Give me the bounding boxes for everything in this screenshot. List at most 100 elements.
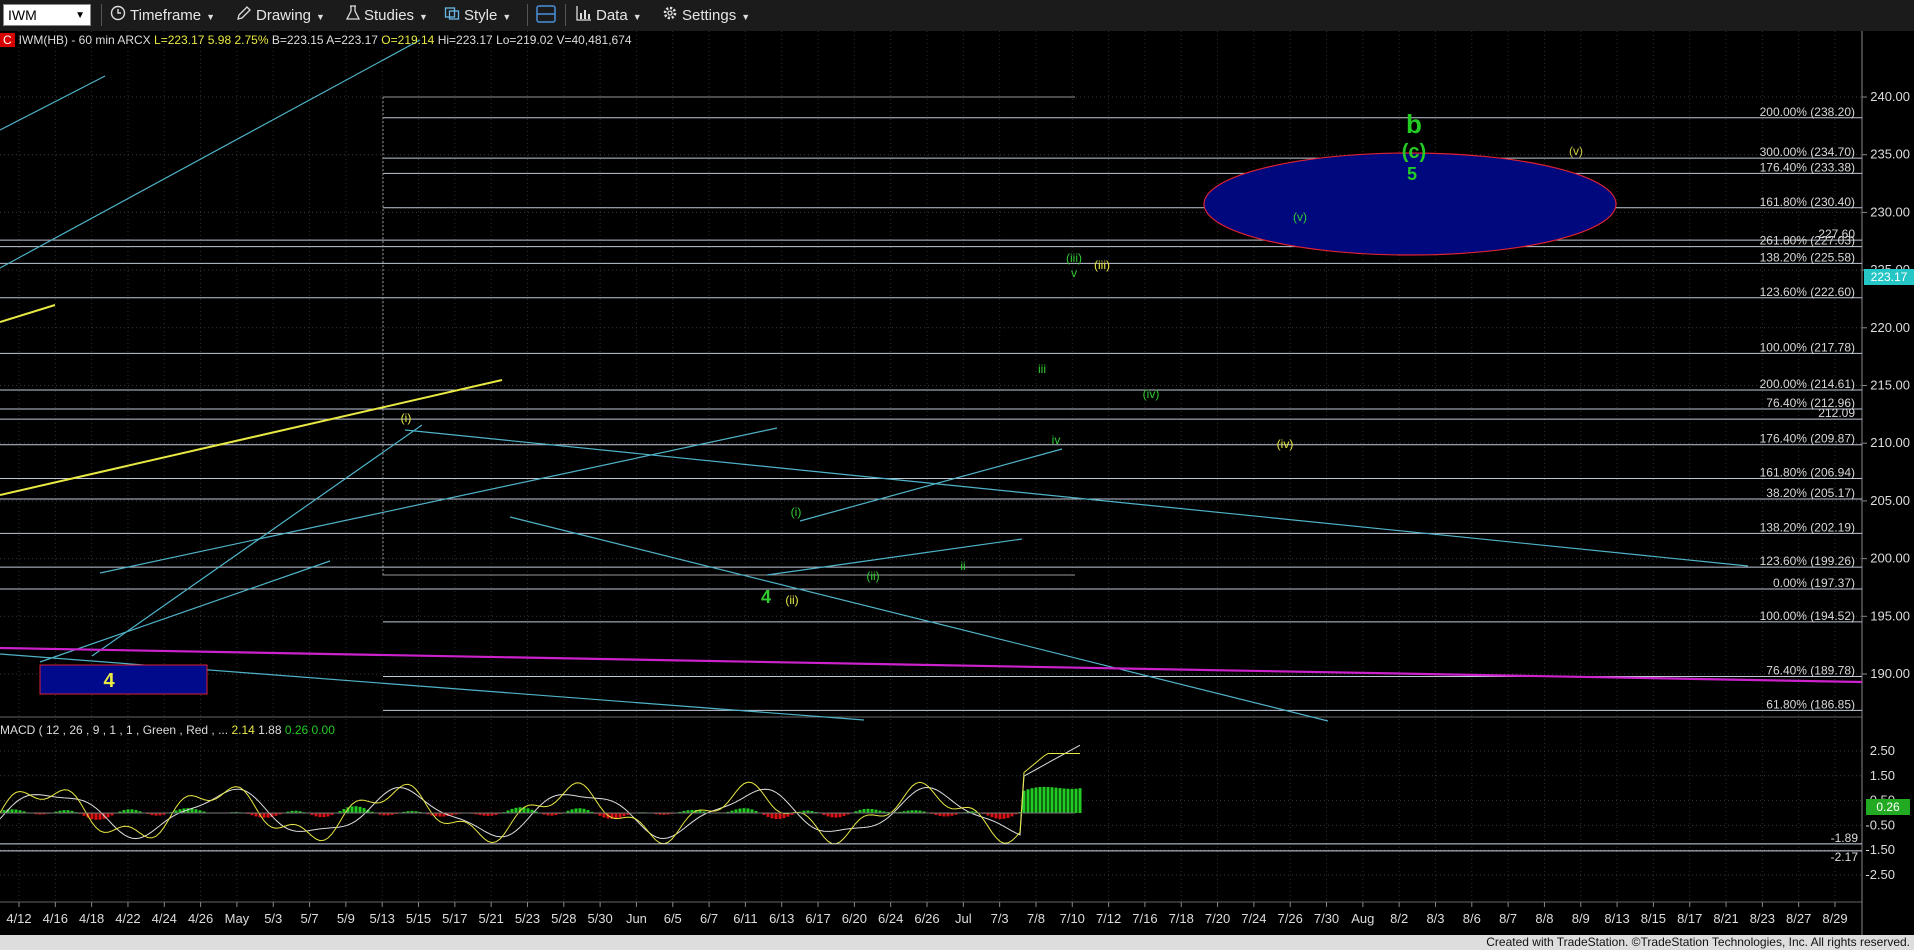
macd-current-label: 0.26 (1876, 800, 1900, 814)
date-tick-label: 8/17 (1677, 911, 1702, 926)
macd-value-2: 1.88 (258, 723, 282, 737)
caret-icon: ▼ (206, 12, 216, 22)
date-tick-label: 8/7 (1499, 911, 1517, 926)
date-tick-label: 8/13 (1604, 911, 1629, 926)
current-price-label: 223.17 (1871, 270, 1908, 284)
settings-label: Settings (682, 7, 737, 24)
date-tick-label: 5/21 (479, 911, 504, 926)
data-label: Data (596, 7, 628, 24)
fib-level-label: 161.80% (206.94) (1760, 466, 1855, 480)
wave-label[interactable]: 4 (761, 587, 771, 607)
drawing-label: Drawing (256, 7, 312, 24)
footer-bar: Created with TradeStation. ©TradeStation… (0, 935, 1914, 950)
wave-label[interactable]: 5 (1407, 164, 1417, 184)
date-tick-label: 6/24 (878, 911, 903, 926)
data-menu[interactable]: Data ▼ (576, 5, 642, 26)
wave-label[interactable]: (c) (1402, 141, 1426, 163)
date-tick-label: 6/5 (664, 911, 682, 926)
date-tick-label: 7/30 (1314, 911, 1339, 926)
date-tick-label: 8/23 (1750, 911, 1775, 926)
price-tick-label: 230.00 (1870, 204, 1910, 219)
date-tick-label: 6/20 (842, 911, 867, 926)
drawing-menu[interactable]: Drawing ▼ (236, 5, 325, 26)
wave-label[interactable]: (iv) (1277, 437, 1294, 451)
toolbar-separator (101, 4, 102, 26)
legend-change: 5.98 (207, 33, 232, 47)
date-tick-label: 7/10 (1060, 911, 1085, 926)
date-tick-label: 4/22 (115, 911, 140, 926)
wave-label[interactable]: iii (1038, 362, 1046, 376)
legend-bid: B=223.15 (271, 33, 324, 47)
date-tick-label: 5/3 (264, 911, 282, 926)
wave-label[interactable]: v (1071, 266, 1077, 280)
wave-label[interactable]: (iii) (1066, 251, 1082, 265)
date-tick-label: 6/26 (914, 911, 939, 926)
wave-label[interactable]: iv (1052, 433, 1061, 447)
macd-value-3: 0.26 (284, 723, 309, 737)
date-tick-label: 4/16 (43, 911, 68, 926)
wave-label[interactable]: (i) (791, 505, 802, 519)
wave-label[interactable]: (ii) (866, 569, 879, 583)
settings-menu[interactable]: Settings ▼ (662, 5, 750, 26)
fib-level-label: 200.00% (238.20) (1760, 105, 1855, 119)
timeframe-menu[interactable]: Timeframe ▼ (110, 5, 215, 26)
date-tick-label: 7/16 (1132, 911, 1157, 926)
legend-open: O=219.14 (381, 33, 435, 47)
caret-icon: ▼ (632, 12, 642, 22)
wave-label[interactable]: (i) (401, 411, 412, 425)
date-tick-label: 8/3 (1426, 911, 1444, 926)
symbol-dropdown-icon[interactable]: ▼ (75, 5, 85, 26)
wave-label[interactable]: b (1406, 109, 1422, 139)
fib-level-label: 100.00% (217.78) (1760, 340, 1855, 354)
layout-icon (536, 5, 556, 29)
date-tick-label: 8/15 (1641, 911, 1666, 926)
price-tick-label: 235.00 (1870, 147, 1910, 162)
date-tick-label: 7/20 (1205, 911, 1230, 926)
date-tick-label: 6/7 (700, 911, 718, 926)
wave-4-box[interactable] (39, 664, 208, 695)
macd-value-1: 2.14 (231, 723, 255, 737)
wave-label[interactable]: (v) (1569, 144, 1583, 158)
legend-symbol: IWM(HB) - 60 min ARCX (18, 33, 151, 47)
wave-label[interactable]: 4 (103, 670, 115, 692)
wave-label[interactable]: (iv) (1143, 387, 1160, 401)
wave-label[interactable]: (iii) (1094, 258, 1110, 272)
fib-level-label: 300.00% (234.70) (1760, 145, 1855, 159)
fib-level-label: 0.00% (197.37) (1773, 576, 1855, 590)
price-tick-label: 205.00 (1870, 493, 1910, 508)
price-tick-label: 200.00 (1870, 551, 1910, 566)
fib-level-label: 76.40% (189.78) (1766, 664, 1855, 678)
macd-value-4: 0.00 (311, 723, 335, 737)
price-tick-label: 210.00 (1870, 435, 1910, 450)
wave-label[interactable]: (v) (1293, 210, 1307, 224)
style-menu[interactable]: Style ▼ (444, 5, 511, 26)
wave-label[interactable]: (ii) (785, 593, 798, 607)
legend-low: Lo=219.02 (496, 33, 554, 47)
fib-level-label: 176.40% (233.38) (1760, 160, 1855, 174)
legend-high: Hi=223.17 (437, 33, 493, 47)
date-tick-label: 7/8 (1027, 911, 1045, 926)
date-tick-label: 6/17 (805, 911, 830, 926)
macd-level-label: -1.89 (1831, 831, 1859, 845)
layout-button[interactable] (536, 5, 560, 26)
pencil-icon (236, 5, 252, 27)
clock-icon (110, 5, 126, 27)
fib-level-label: 138.20% (202.19) (1760, 520, 1855, 534)
date-tick-label: 4/26 (188, 911, 213, 926)
symbol-legend: C IWM(HB) - 60 min ARCX L=223.17 5.98 2.7… (0, 33, 632, 47)
fib-level-label: 100.00% (194.52) (1760, 609, 1855, 623)
symbol-input[interactable]: IWM ▼ (3, 4, 91, 26)
macd-tick-label: 2.50 (1870, 743, 1895, 758)
date-tick-label: 5/9 (337, 911, 355, 926)
footer-copyright: Created with TradeStation. ©TradeStation… (1486, 935, 1910, 949)
price-tick-label: 220.00 (1870, 320, 1910, 335)
macd-level-label: -2.17 (1831, 850, 1859, 864)
toolbar-separator (565, 4, 566, 26)
date-tick-label: 6/13 (769, 911, 794, 926)
fib-level-label: 176.40% (209.87) (1760, 432, 1855, 446)
price-chart[interactable]: 200.00% (238.20)300.00% (234.70)176.40% … (0, 31, 1914, 935)
studies-menu[interactable]: Studies ▼ (345, 5, 428, 26)
price-tick-label: 240.00 (1870, 89, 1910, 104)
wave-label[interactable]: ii (960, 559, 965, 573)
price-tick-label: 190.00 (1870, 666, 1910, 681)
